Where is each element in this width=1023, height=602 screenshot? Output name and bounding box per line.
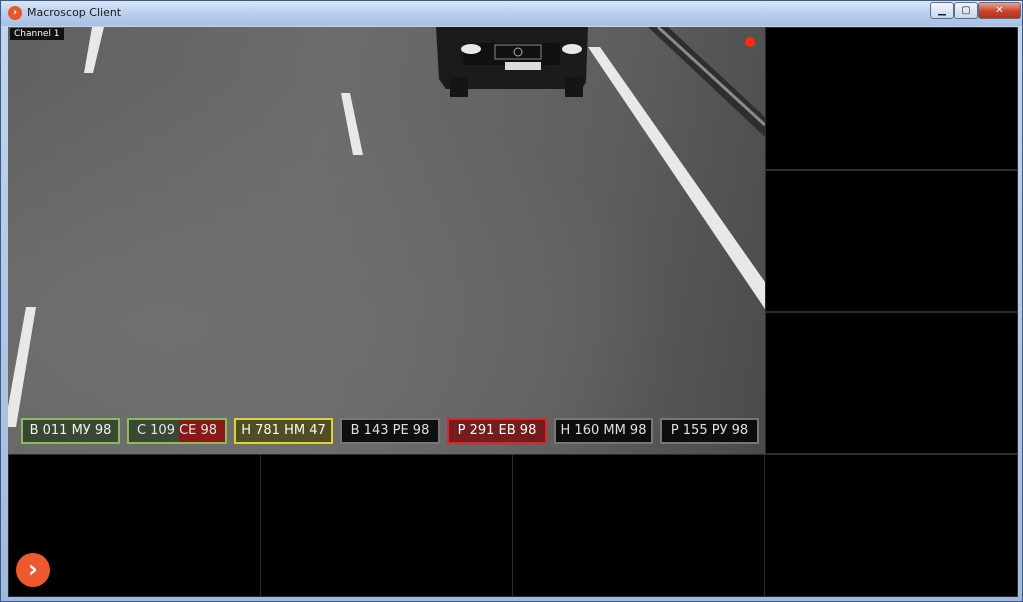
- record-indicator-icon: [745, 37, 755, 47]
- video-grid: Channel 1 В 011 МУ 98 С 109 СЕ 98 Н 781 …: [8, 27, 1018, 597]
- plate-3[interactable]: Н 781 НМ 47: [234, 418, 333, 444]
- channel-label: Channel 1: [10, 28, 64, 40]
- app-window: › Macroscop Client ▁ ▢ ✕ Channel 1 В 011…: [0, 0, 1023, 602]
- edge-line: [588, 47, 765, 309]
- plate-2[interactable]: С 109 СЕ 98: [127, 418, 227, 444]
- plate-4[interactable]: В 143 РЕ 98: [340, 418, 440, 444]
- camera-tile-6[interactable]: [260, 454, 513, 597]
- app-icon: ›: [8, 6, 22, 20]
- camera-tile-main[interactable]: Channel 1 В 011 МУ 98 С 109 СЕ 98 Н 781 …: [8, 27, 765, 455]
- camera-tile-4[interactable]: [765, 312, 1018, 454]
- plate-5[interactable]: Р 291 ЕВ 98: [447, 418, 547, 444]
- window-title: Macroscop Client: [27, 6, 122, 19]
- plate-7[interactable]: Р 155 РУ 98: [660, 418, 759, 444]
- car: [436, 27, 588, 97]
- lane-dash: [84, 27, 104, 73]
- plate-1[interactable]: В 011 МУ 98: [21, 418, 120, 444]
- plate-6[interactable]: Н 160 ММ 98: [554, 418, 653, 444]
- camera-tile-3[interactable]: [765, 170, 1018, 312]
- minimize-button[interactable]: ▁: [930, 2, 954, 19]
- maximize-button[interactable]: ▢: [954, 2, 978, 19]
- camera-frame: [8, 27, 765, 427]
- lane-dash: [341, 93, 363, 155]
- title-bar[interactable]: › Macroscop Client ▁ ▢ ✕: [1, 1, 1022, 26]
- camera-tile-8[interactable]: [764, 454, 1018, 597]
- camera-tile-7[interactable]: [512, 454, 765, 597]
- macroscop-logo-icon[interactable]: ›: [16, 553, 50, 587]
- lane-dash: [8, 307, 36, 427]
- close-button[interactable]: ✕: [978, 2, 1021, 19]
- camera-tile-2[interactable]: [765, 27, 1018, 170]
